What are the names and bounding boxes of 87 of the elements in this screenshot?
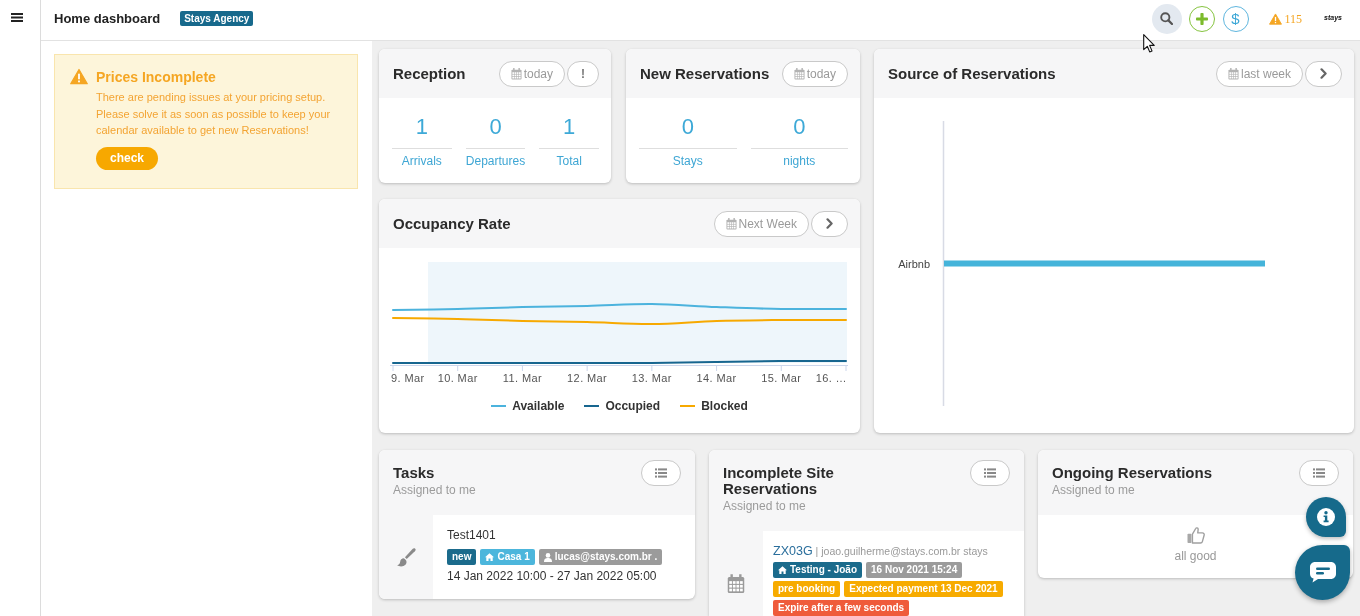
add-button[interactable]: [1188, 5, 1215, 32]
axis-label: 9. Mar: [391, 372, 425, 384]
status-badge: new: [447, 549, 477, 565]
chat-icon: [1309, 562, 1336, 583]
axis-label: 13. Mar: [631, 372, 672, 384]
stat-value: 1: [392, 111, 452, 149]
list-view-button[interactable]: [1299, 460, 1339, 486]
payment-badge: Expected payment 13 Dec 2021: [844, 581, 1003, 597]
menu-button[interactable]: [10, 12, 24, 23]
next-button[interactable]: [1305, 60, 1342, 87]
stat-label: Arrivals: [400, 154, 443, 168]
axis-label: 14. Mar: [696, 372, 737, 384]
date-badge: 16 Nov 2021 15:24: [866, 562, 963, 578]
warning-icon: [70, 68, 88, 85]
listing-name: Testing - João: [790, 563, 858, 577]
alert-message: There are pending issues at your pricing setup. Please solve it as soon as possible to keep your calendar available to get new Reservations!: [96, 90, 332, 138]
more-button[interactable]: !: [567, 60, 599, 87]
listing-name: Casa 1: [497, 550, 530, 564]
list-icon: [1313, 468, 1325, 478]
reservation-code[interactable]: ZX03G: [773, 544, 813, 558]
home-icon: [778, 566, 787, 574]
period-button[interactable]: today: [781, 60, 848, 87]
expiry-badge: Expire after a few seconds: [773, 600, 910, 616]
check-button[interactable]: check: [96, 146, 159, 170]
search-button[interactable]: [1151, 3, 1182, 34]
legend-label: Blocked: [701, 398, 748, 414]
card-subtitle: Assigned to me: [393, 483, 476, 498]
stat-value: 0: [750, 111, 848, 149]
user-email: lucas@stays.com.br .: [554, 550, 658, 564]
stat-value: 0: [639, 111, 737, 149]
bar-label: Airbnb: [898, 257, 930, 270]
agency-badge: Stays Agency: [180, 11, 254, 26]
stat-label: Total: [555, 154, 583, 168]
axis-label: 10. Mar: [437, 372, 478, 384]
calendar-icon: [510, 67, 522, 80]
list-view-button[interactable]: [970, 460, 1010, 486]
card-title: Ongoing Reservations: [1052, 465, 1213, 481]
empty-message: all good: [1174, 548, 1217, 564]
chevron-right-icon: [826, 218, 833, 229]
status-badge: pre booking: [773, 581, 841, 597]
axis-label: 16. …: [815, 372, 847, 384]
page-title: Home dashboard: [54, 10, 161, 27]
chevron-right-icon: [1320, 68, 1327, 79]
search-icon: [1160, 12, 1174, 25]
stat-value: 1: [539, 111, 599, 149]
card-title: Reception: [393, 64, 466, 83]
plus-icon: [1195, 12, 1208, 25]
card-subtitle: Assigned to me: [1052, 483, 1136, 498]
legend-label: Available: [512, 398, 565, 414]
calendar-icon: [725, 217, 737, 230]
user-icon: [543, 552, 552, 562]
calendar-icon: [1227, 67, 1239, 80]
period-button[interactable]: today: [498, 60, 565, 87]
alert-title: Prices Incomplete: [96, 68, 217, 86]
card-title: New Reservations: [640, 64, 770, 83]
legend-label: Occupied: [605, 398, 661, 414]
stat-label: Stays: [671, 154, 704, 168]
task-title: Test1401: [447, 527, 497, 543]
axis-label: 12. Mar: [567, 372, 608, 384]
paintbrush-icon: [396, 547, 416, 567]
card-subtitle: Assigned to me: [723, 499, 807, 514]
info-icon: [1317, 508, 1335, 526]
stat-label: Departures: [465, 154, 526, 168]
card-title: Tasks: [393, 465, 436, 481]
task-dates: 14 Jan 2022 10:00 - 27 Jan 2022 05:00: [447, 568, 658, 584]
thumbs-up-icon: [1186, 527, 1205, 544]
card-title: Incomplete Site Reservations: [723, 465, 835, 497]
menu-icon: [11, 13, 23, 22]
card-title: Source of Reservations: [888, 64, 1056, 83]
stat-label: nights: [782, 154, 817, 168]
reservation-details: | joao.guilherme@stays.com.br stays: [815, 545, 988, 557]
calendar-icon: [793, 67, 805, 80]
calendar-icon: [727, 573, 745, 594]
period-button[interactable]: last week: [1215, 60, 1303, 87]
warnings-link[interactable]: 115: [1268, 9, 1303, 28]
list-view-button[interactable]: [641, 460, 681, 486]
list-icon: [984, 468, 996, 478]
next-button[interactable]: [811, 210, 848, 237]
home-icon: [485, 553, 495, 561]
list-icon: [655, 468, 667, 478]
warning-icon: [1268, 12, 1282, 25]
currency-button[interactable]: $: [1222, 5, 1249, 32]
axis-label: 11. Mar: [502, 372, 543, 384]
stat-value: 0: [465, 111, 526, 149]
period-button[interactable]: Next Week: [713, 210, 809, 237]
axis-label: 15. Mar: [761, 372, 802, 384]
card-title: Occupancy Rate: [393, 214, 511, 233]
